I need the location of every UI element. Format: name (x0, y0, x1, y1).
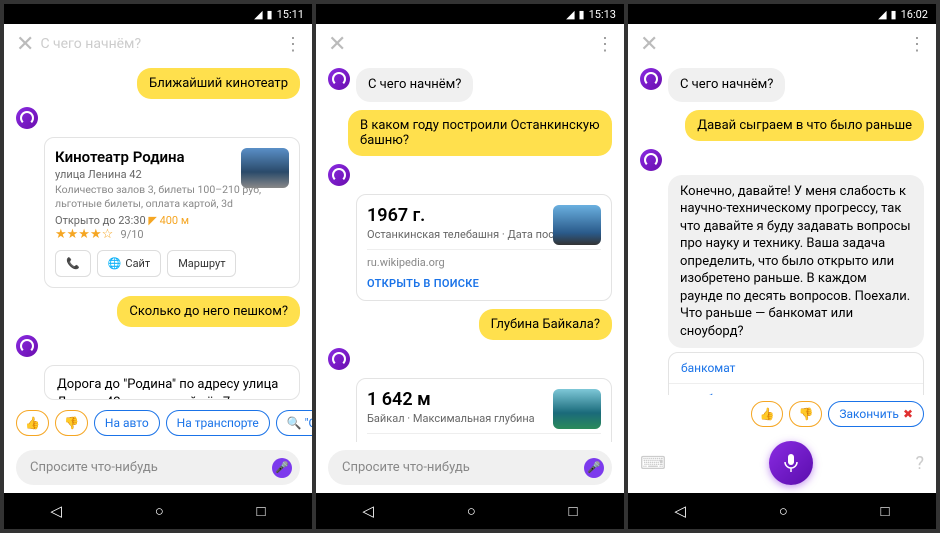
fact-thumbnail (553, 205, 601, 245)
fact-card[interactable]: 1967 г. Останкинская телебашня · Дата по… (356, 194, 612, 301)
phone-icon: 📞 (66, 257, 80, 270)
clock: 15:13 (589, 8, 616, 21)
mic-button[interactable] (769, 441, 813, 485)
route-button[interactable]: Маршрут (167, 250, 236, 277)
status-bar: ◢ ▮ 15:13 (316, 4, 624, 24)
home-icon[interactable]: ○ (155, 502, 164, 520)
signal-icon: ◢ (878, 8, 886, 21)
fact-source: ru.wikipedia.org (367, 249, 601, 269)
thumbs-down-chip[interactable]: 👎 (55, 410, 88, 436)
help-icon[interactable]: ? (915, 453, 924, 474)
call-button[interactable]: 📞 (55, 250, 91, 277)
topbar: ✕ С чего начнём? ⋮ (4, 24, 312, 64)
back-icon[interactable]: ◁ (50, 502, 62, 520)
phone-screen-2: ◢ ▮ 15:13 ✕ ⋮ С чего начнём? В каком год… (316, 4, 624, 529)
alice-avatar (328, 164, 350, 186)
android-nav: ◁ ○ □ (316, 493, 624, 529)
topbar: ✕ ⋮ (628, 24, 936, 64)
alice-avatar (16, 335, 38, 357)
keyboard-icon[interactable]: ⌨ (640, 453, 666, 474)
fact-card[interactable]: 1 642 м Байкал · Максимальная глубина ru… (356, 378, 612, 442)
battery-icon: ▮ (579, 8, 585, 21)
distance: 400 м (160, 214, 189, 227)
bot-message: С чего начнём? (356, 68, 473, 102)
user-message: Сколько до него пешком? (117, 296, 300, 327)
kebab-icon[interactable]: ⋮ (596, 34, 612, 55)
site-button[interactable]: 🌐Сайт (97, 250, 162, 277)
mic-icon[interactable]: 🎤 (584, 458, 604, 478)
chip-transit[interactable]: На транспорте (166, 410, 270, 436)
suggestion-chips: 👍 👎 На авто На транспорте 🔍 "С (4, 404, 312, 442)
status-bar: ◢ ▮ 16:02 (628, 4, 936, 24)
reply-text: Дорога до "Родина" по адресу улица Ленин… (45, 366, 299, 400)
clock: 15:11 (277, 8, 304, 21)
alice-avatar (328, 68, 350, 90)
kebab-icon[interactable]: ⋮ (908, 34, 924, 55)
thumbs-up-chip[interactable]: 👍 (16, 410, 49, 436)
option-1[interactable]: банкомат (669, 353, 923, 384)
mic-icon[interactable]: 🎤 (272, 458, 292, 478)
open-hours: Открыто до 23:30 (55, 214, 146, 227)
option-2[interactable]: сноуборд (669, 384, 923, 395)
status-bar: ◢ ▮ 15:11 (4, 4, 312, 24)
chip-car[interactable]: На авто (94, 410, 160, 436)
battery-icon: ▮ (267, 8, 273, 21)
bot-reply: Конечно, давайте! У меня слабость к науч… (668, 175, 924, 349)
place-thumbnail (241, 148, 289, 188)
rating-value: 9/10 (121, 228, 144, 241)
battery-icon: ▮ (891, 8, 897, 21)
alice-avatar (640, 149, 662, 171)
phone-screen-3: ◢ ▮ 16:02 ✕ ⋮ С чего начнём? Давай сыгра… (628, 4, 936, 529)
reply-card: Дорога до "Родина" по адресу улица Ленин… (44, 365, 300, 400)
alice-avatar (640, 68, 662, 90)
android-nav: ◁ ○ □ (4, 493, 312, 529)
close-icon[interactable]: ✕ (328, 32, 346, 57)
thumbs-down-chip[interactable]: 👎 (789, 401, 822, 427)
android-nav: ◁ ○ □ (628, 493, 936, 529)
close-icon[interactable]: ✕ (16, 32, 34, 57)
input-placeholder: Спросите что-нибудь (30, 460, 158, 475)
home-icon[interactable]: ○ (779, 502, 788, 520)
user-message: Глубина Байкала? (479, 309, 612, 340)
fact-thumbnail (553, 389, 601, 429)
topbar-hint: С чего начнём? (40, 36, 141, 52)
thumbs-up-chip[interactable]: 👍 (751, 401, 784, 427)
fact-source: ru.wikipedia.org (367, 433, 601, 442)
user-message: В каком году построили Останкинскую башн… (348, 110, 612, 156)
user-message: Ближайший кинотеатр (137, 68, 300, 99)
signal-icon: ◢ (254, 8, 262, 21)
text-input[interactable]: Спросите что-нибудь 🎤 (328, 450, 612, 485)
close-red-icon: ✖ (903, 407, 913, 421)
alice-avatar (16, 107, 38, 129)
recents-icon[interactable]: □ (881, 502, 890, 520)
alice-avatar (328, 348, 350, 370)
topbar: ✕ ⋮ (316, 24, 624, 64)
back-icon[interactable]: ◁ (674, 502, 686, 520)
globe-icon: 🌐 (108, 257, 122, 270)
mic-icon (783, 453, 799, 473)
feedback-chips: 👍 👎 Закончить ✖ (628, 395, 936, 433)
phone-screen-1: ◢ ▮ 15:11 ✕ С чего начнём? ⋮ Ближайший к… (4, 4, 312, 529)
place-card[interactable]: Кинотеатр Родина улица Ленина 42 Количес… (44, 137, 300, 288)
back-icon[interactable]: ◁ (362, 502, 374, 520)
text-input[interactable]: Спросите что-нибудь 🎤 (16, 450, 300, 485)
signal-icon: ◢ (566, 8, 574, 21)
user-message: Давай сыграем в что было раньше (685, 110, 924, 141)
end-chip[interactable]: Закончить ✖ (828, 401, 924, 427)
kebab-icon[interactable]: ⋮ (284, 34, 300, 55)
close-icon[interactable]: ✕ (640, 32, 658, 57)
home-icon[interactable]: ○ (467, 502, 476, 520)
chip-search[interactable]: 🔍 "С (276, 410, 312, 436)
input-placeholder: Спросите что-нибудь (342, 460, 470, 475)
answer-options: банкомат сноуборд (668, 352, 924, 395)
bot-message: С чего начнём? (668, 68, 785, 102)
recents-icon[interactable]: □ (569, 502, 578, 520)
open-in-search-link[interactable]: ОТКРЫТЬ В ПОИСКЕ (367, 277, 601, 290)
rating-stars: ★★★★☆ (55, 227, 113, 242)
recents-icon[interactable]: □ (257, 502, 266, 520)
clock: 16:02 (901, 8, 928, 21)
